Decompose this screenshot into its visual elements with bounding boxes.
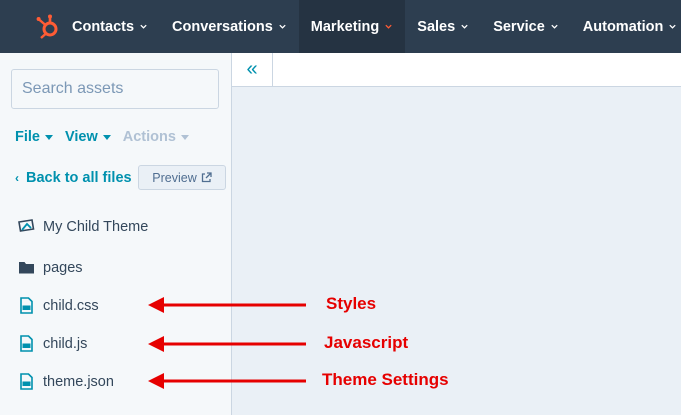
annotation-styles: Styles <box>326 294 377 313</box>
file-sidebar: File View Actions ‹ Back to all files Pr… <box>0 53 232 415</box>
back-to-all-files-link[interactable]: ‹ Back to all files <box>15 170 132 186</box>
css-file-icon <box>20 297 33 314</box>
double-chevron-left-icon: « <box>246 58 258 80</box>
nav-contacts[interactable]: Contacts <box>60 0 160 53</box>
annotation-theme-settings: Theme Settings <box>322 370 449 389</box>
tree-item-child-js[interactable]: child.js <box>18 335 87 352</box>
chevron-down-icon <box>140 24 147 29</box>
collapse-sidebar-button[interactable]: « <box>232 53 273 87</box>
nav-sales[interactable]: Sales <box>405 0 481 53</box>
js-file-icon <box>20 335 33 352</box>
caret-down-icon <box>180 134 189 140</box>
arrow-theme-settings-icon <box>148 373 306 389</box>
nav-automation[interactable]: Automation <box>571 0 681 53</box>
top-navigation: Contacts Conversations Marketing Sales S… <box>0 0 681 53</box>
chevron-down-icon <box>669 24 676 29</box>
back-row: ‹ Back to all files Preview <box>15 165 227 191</box>
nav-service[interactable]: Service <box>481 0 571 53</box>
arrow-javascript-icon <box>148 336 306 352</box>
arrow-styles-icon <box>148 297 306 313</box>
caret-down-icon <box>102 134 111 140</box>
editor-area[interactable] <box>232 87 681 415</box>
search-box <box>11 69 229 109</box>
chevron-down-icon <box>551 24 558 29</box>
caret-down-icon <box>44 134 53 140</box>
nav-marketing[interactable]: Marketing <box>298 0 406 53</box>
chevron-down-icon <box>385 24 392 29</box>
tree-item-theme-json[interactable]: theme.json <box>18 373 114 390</box>
preview-button[interactable]: Preview <box>138 165 226 190</box>
theme-icon <box>18 219 35 232</box>
file-menu-bar: File View Actions <box>15 129 189 145</box>
folder-icon <box>19 262 34 274</box>
tree-item-pages[interactable]: pages <box>18 259 83 276</box>
annotation-javascript: Javascript <box>324 333 409 352</box>
editor-tab-bar <box>273 53 681 87</box>
search-input[interactable] <box>22 80 229 98</box>
view-menu[interactable]: View <box>65 129 111 145</box>
chevron-left-icon: ‹ <box>15 171 19 185</box>
actions-menu[interactable]: Actions <box>123 129 189 145</box>
chevron-down-icon <box>279 24 286 29</box>
json-file-icon <box>20 373 33 390</box>
hubspot-logo-icon[interactable] <box>0 0 60 53</box>
file-menu[interactable]: File <box>15 129 53 145</box>
external-link-icon <box>201 172 212 183</box>
tree-item-my-child-theme[interactable]: My Child Theme <box>18 218 148 235</box>
tree-item-child-css[interactable]: child.css <box>18 297 99 314</box>
chevron-down-icon <box>461 24 468 29</box>
nav-conversations[interactable]: Conversations <box>160 0 299 53</box>
